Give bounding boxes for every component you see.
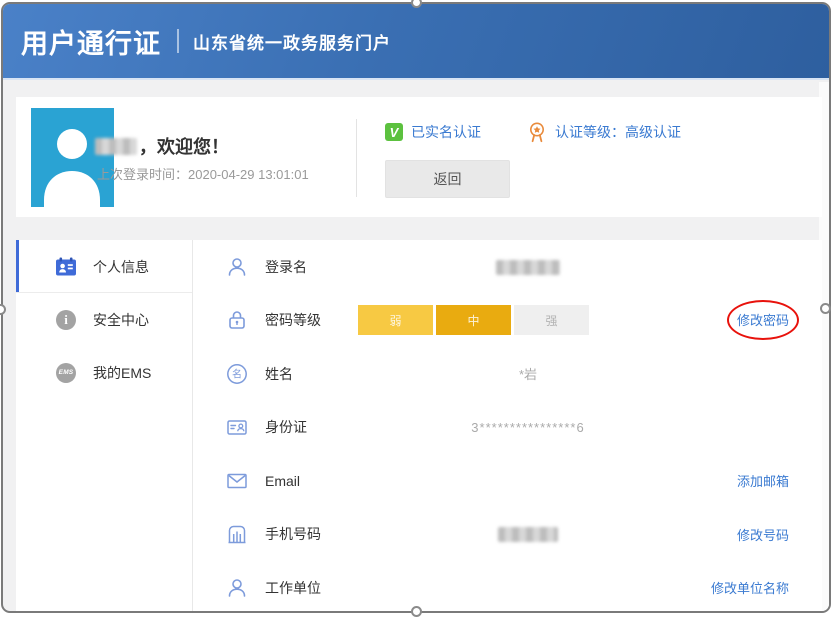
medal-icon <box>527 121 547 143</box>
sidebar-item-label: 个人信息 <box>93 257 149 277</box>
sidebar-item-label: 安全中心 <box>93 310 149 330</box>
portal-subtitle: 山东省统一政务服务门户 <box>193 29 391 54</box>
row-label: 密码等级 <box>265 310 321 330</box>
last-login-time: 上次登录时间：2020-04-29 13:01:01 <box>97 164 309 183</box>
user-outline-icon <box>225 576 249 600</box>
selection-handle-bottom[interactable] <box>411 606 422 617</box>
auth-level-badge: 认证等级：高级认证 <box>527 121 681 143</box>
app-title: 用户通行证 <box>21 22 161 61</box>
row-label: Email <box>265 473 300 489</box>
ems-circle-icon: EMS <box>56 363 76 383</box>
strength-bar-medium: 中 <box>436 305 511 335</box>
selection-handle-right[interactable] <box>820 303 831 314</box>
sidebar-item-my-ems[interactable]: EMS 我的EMS <box>16 346 192 399</box>
envelope-icon <box>225 469 249 493</box>
row-password-level: 密码等级 弱 中 强 修改密码 <box>193 294 822 348</box>
row-work-unit: 工作单位 修改单位名称 <box>193 561 822 613</box>
user-outline-icon <box>225 255 249 279</box>
row-value: 3****************6 <box>423 420 633 435</box>
info-circle-icon: i <box>56 310 76 330</box>
row-label: 手机号码 <box>265 524 321 544</box>
sidebar-item-personal-info[interactable]: 个人信息 <box>16 240 192 293</box>
strength-bar-strong: 强 <box>514 305 589 335</box>
svg-text:名: 名 <box>232 367 242 380</box>
back-button[interactable]: 返回 <box>385 160 510 198</box>
auth-block: V 已实名认证 认证等级：高级认证 返回 <box>385 121 681 198</box>
verified-check-icon: V <box>385 123 403 141</box>
change-work-unit-link[interactable]: 修改单位名称 <box>711 578 789 597</box>
screenshot-stage: 用户通行证 山东省统一政务服务门户 ，欢迎您！ 上次登录时间：2020-04-2… <box>0 0 834 621</box>
welcome-line: ，欢迎您！ <box>95 133 229 159</box>
row-value: *岩 <box>423 364 633 383</box>
row-mobile-number: 手机号码 修改号码 <box>193 508 822 562</box>
redacted-phone <box>498 527 558 542</box>
redacted-login-name <box>496 260 560 275</box>
page-header: 用户通行证 山东省统一政务服务门户 <box>3 4 829 80</box>
row-label: 登录名 <box>265 257 307 277</box>
sidebar-item-label: 我的EMS <box>93 363 151 383</box>
strength-bar-weak: 弱 <box>358 305 433 335</box>
row-id-card: 身份证 3****************6 <box>193 401 822 455</box>
realname-verified-badge: V 已实名认证 <box>385 122 481 142</box>
profile-panel: 个人信息 i 安全中心 EMS 我的EMS 登 <box>16 240 822 613</box>
row-label: 工作单位 <box>265 578 321 598</box>
realname-verified-label: 已实名认证 <box>411 122 481 142</box>
change-password-wrap: 修改密码 <box>737 310 789 330</box>
page-frame: 用户通行证 山东省统一政务服务门户 ，欢迎您！ 上次登录时间：2020-04-2… <box>1 2 831 613</box>
row-value <box>423 526 633 542</box>
add-email-link[interactable]: 添加邮箱 <box>737 471 789 490</box>
row-email: Email 添加邮箱 <box>193 454 822 508</box>
row-name: 名 姓名 *岩 <box>193 347 822 401</box>
title-divider <box>177 29 179 53</box>
id-card-icon <box>225 415 249 439</box>
lock-icon <box>225 308 249 332</box>
change-password-link[interactable]: 修改密码 <box>737 313 789 328</box>
row-login-name: 登录名 <box>193 240 822 294</box>
row-value <box>423 259 633 275</box>
change-phone-link[interactable]: 修改号码 <box>737 525 789 544</box>
sidebar-item-security-center[interactable]: i 安全中心 <box>16 293 192 346</box>
user-summary-card: ，欢迎您！ 上次登录时间：2020-04-29 13:01:01 V 已实名认证 <box>16 97 822 217</box>
profile-rows: 登录名 密码等级 弱 中 强 <box>193 240 822 613</box>
welcome-text: ，欢迎您！ <box>139 133 229 159</box>
name-circle-icon: 名 <box>225 362 249 386</box>
password-strength-meter: 弱 中 强 <box>358 305 589 335</box>
row-label: 身份证 <box>265 417 307 437</box>
id-badge-icon <box>56 257 76 277</box>
sidebar: 个人信息 i 安全中心 EMS 我的EMS <box>16 240 193 613</box>
row-label: 姓名 <box>265 364 293 384</box>
auth-level-label: 认证等级：高级认证 <box>555 122 681 142</box>
section-divider <box>356 119 357 197</box>
building-bars-icon <box>225 522 249 546</box>
redacted-username <box>95 138 137 155</box>
